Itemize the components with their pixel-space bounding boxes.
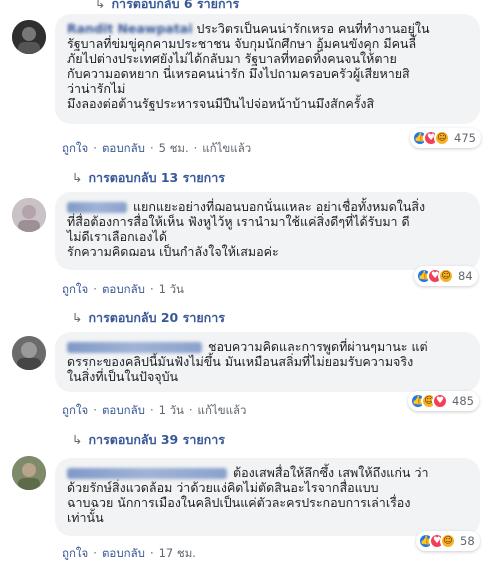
- reaction-count: 84: [458, 269, 473, 283]
- comment-text-line: ดรรกะของคลิปนี้มันฟังไม่ขึ้น มันเหมือนสล…: [67, 354, 414, 369]
- comment-text-line: ชอบความคิดและการพูดที่ผ่านๆมานะ แต่: [208, 339, 428, 354]
- like-button[interactable]: ถูกใจ: [62, 141, 88, 155]
- comment-timestamp[interactable]: 1 วัน: [159, 403, 184, 417]
- comment-author[interactable]: [67, 342, 202, 353]
- reply-button[interactable]: ตอบกลับ: [102, 546, 145, 560]
- comment-text-line: เท่านั้น: [67, 510, 104, 525]
- avatar-photo: [12, 456, 46, 490]
- comment-text-line: ว่าน่ารักไม่: [67, 81, 126, 96]
- comment-text-line: ในสิ่งที่เป็นในปัจจุบัน: [67, 369, 179, 384]
- like-button[interactable]: ถูกใจ: [62, 282, 88, 296]
- reply-arrow-icon: ↳: [95, 0, 106, 11]
- haha-icon: ☺: [440, 533, 456, 549]
- comment-text-line: มึงลองต่อต้านรัฐประหารจนมีปืนไปจ่อหน้าบ้…: [67, 96, 375, 111]
- avatar-photo: [12, 198, 46, 232]
- comment-text-line: ด้วยรักษ์สิ่งแวดล้อม ว่าด้วยแง่คิดไม่ตัด…: [67, 480, 379, 495]
- avatar[interactable]: [12, 198, 46, 232]
- reply-button[interactable]: ตอบกลับ: [102, 141, 145, 155]
- like-button[interactable]: ถูกใจ: [62, 546, 88, 560]
- comment-text-line: ไม่ดีเราเลือกเองได้: [67, 229, 167, 244]
- comment-text-line: กับความอดหยาก นี่เหรอคนน่ารัก มึงไปถามคร…: [67, 66, 410, 81]
- reply-button[interactable]: ตอบกลับ: [102, 403, 145, 417]
- reaction-count: 485: [452, 394, 474, 408]
- reaction-summary[interactable]: 👍 ♥ ☺ 475: [410, 128, 481, 148]
- comment-actions: ถูกใจ · ตอบกลับ · 1 วัน: [62, 282, 184, 296]
- reply-button[interactable]: ตอบกลับ: [102, 282, 145, 296]
- comment-author[interactable]: Randit Neawpatai: [67, 21, 193, 36]
- reply-arrow-icon: ↳: [72, 170, 83, 185]
- avatar[interactable]: [12, 336, 46, 370]
- avatar-photo: [12, 336, 46, 370]
- haha-icon: ☺: [438, 268, 454, 284]
- avatar-photo: [12, 20, 46, 54]
- comment-bubble: แยกแยะอย่างที่ฌอนบอกนั่นแหละ อย่าเชื่อทั…: [55, 192, 480, 270]
- comment-text-line: ภัยไปต่างประเทศยังไม่ได้กลับมา รัฐบาลที่…: [67, 51, 397, 66]
- view-replies-link[interactable]: ↳ การตอบกลับ 6 รายการ: [95, 0, 239, 14]
- comment-bubble: ต้องเสพสื่อให้ลึกซึ้ง เสพให้ถึงแก่น ว่า …: [55, 458, 480, 536]
- edited-label[interactable]: แก้ไขแล้ว: [198, 403, 247, 417]
- comment-actions: ถูกใจ · ตอบกลับ · 1 วัน · แก้ไขแล้ว: [62, 403, 247, 417]
- comment-text-line: รักความคิดฌอน เป็นกำลังใจให้เสมอค่ะ: [67, 244, 279, 259]
- view-replies-link[interactable]: ↳ การตอบกลับ 39 รายการ: [72, 430, 225, 450]
- view-replies-link[interactable]: ↳ การตอบกลับ 20 รายการ: [72, 308, 225, 328]
- comment-text-line: ประวิตรเป็นคนน่ารักเหรอ คนที่ทำงานอยู่ใน: [196, 21, 430, 36]
- comment-text-line: ที่สื่อต้องการสื่อให้เห็น ฟังหูไว้หู เรา…: [67, 214, 410, 229]
- avatar[interactable]: [12, 456, 46, 490]
- comment-timestamp[interactable]: 5 ชม.: [159, 141, 189, 155]
- reaction-count: 475: [454, 131, 476, 145]
- comment-timestamp[interactable]: 17 ชม.: [159, 546, 196, 560]
- comment-bubble: ชอบความคิดและการพูดที่ผ่านๆมานะ แต่ ดรรก…: [55, 332, 480, 392]
- love-icon: ♥: [432, 393, 448, 409]
- comment-timestamp[interactable]: 1 วัน: [159, 282, 184, 296]
- avatar[interactable]: [12, 20, 46, 54]
- comment-actions: ถูกใจ · ตอบกลับ · 5 ชม. · แก้ไขแล้ว: [62, 141, 252, 155]
- comment-text-line: แยกแยะอย่างที่ฌอนบอกนั่นแหละ อย่าเชื่อทั…: [133, 199, 426, 214]
- reaction-summary[interactable]: 👍 ☺ ♥ 485: [408, 391, 479, 411]
- comment-author[interactable]: [67, 468, 227, 479]
- reaction-count: 58: [460, 534, 475, 548]
- like-button[interactable]: ถูกใจ: [62, 403, 88, 417]
- reaction-summary[interactable]: 👍 ♥ ☺ 84: [414, 266, 478, 286]
- comment-text-line: ฉาบฉวย นักการเมืองในคลิปเป็นแค่ตัวละครปร…: [67, 495, 411, 510]
- view-replies-link[interactable]: ↳ การตอบกลับ 13 รายการ: [72, 168, 225, 188]
- reply-arrow-icon: ↳: [72, 310, 83, 325]
- comment-bubble: Randit Neawpatai ประวิตรเป็นคนน่ารักเหรอ …: [55, 14, 480, 124]
- comment-text-line: ต้องเสพสื่อให้ลึกซึ้ง เสพให้ถึงแก่น ว่า: [233, 465, 429, 480]
- comment-actions: ถูกใจ · ตอบกลับ · 17 ชม.: [62, 546, 196, 560]
- comment-author[interactable]: [67, 202, 127, 213]
- reaction-summary[interactable]: 👍 ♥ ☺ 58: [416, 531, 480, 551]
- edited-label[interactable]: แก้ไขแล้ว: [202, 141, 251, 155]
- wow-icon: ☺: [434, 130, 450, 146]
- comment-text-line: รัฐบาลที่ข่มขู่คุกคามประชาชน จับกุมนักศึ…: [67, 36, 417, 51]
- reply-arrow-icon: ↳: [72, 432, 83, 447]
